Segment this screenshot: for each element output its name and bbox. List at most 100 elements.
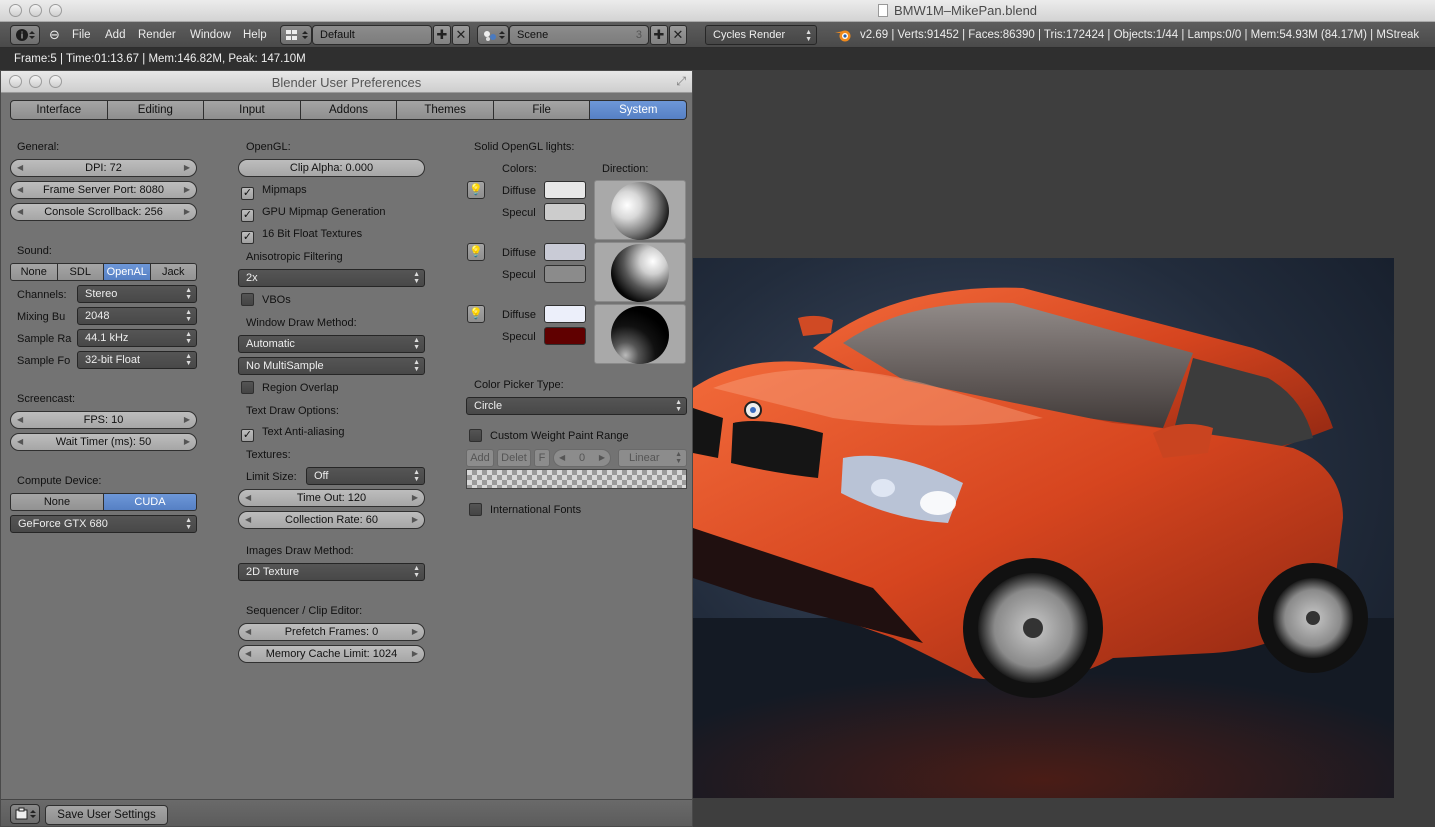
editor-type-button[interactable]: i bbox=[10, 25, 40, 45]
light-3-direction-widget[interactable] bbox=[594, 304, 686, 364]
menu-render[interactable]: Render bbox=[138, 26, 176, 44]
sample-format-value: 32-bit Float bbox=[85, 354, 141, 366]
compute-cuda-button[interactable]: CUDA bbox=[104, 493, 197, 511]
menu-file[interactable]: File bbox=[72, 26, 91, 44]
light-1-direction-widget[interactable] bbox=[594, 180, 686, 240]
light-1-toggle[interactable]: 💡 bbox=[467, 181, 485, 199]
custom-weight-range-label: Custom Weight Paint Range bbox=[490, 430, 629, 442]
gpu-mipmap-label: GPU Mipmap Generation bbox=[262, 206, 386, 218]
menu-add[interactable]: Add bbox=[105, 26, 125, 44]
solid-lights-label: Solid OpenGL lights: bbox=[474, 141, 575, 153]
render-engine-dropdown[interactable]: Cycles Render ▲ ▼ bbox=[705, 25, 817, 45]
light-2-diffuse-label: Diffuse bbox=[502, 247, 537, 259]
screen-layout-selector[interactable] bbox=[280, 25, 312, 45]
light-2-diffuse-swatch[interactable] bbox=[544, 243, 586, 261]
screencast-fps-field[interactable]: ◀ FPS: 10 ▶ bbox=[10, 411, 197, 429]
light-1-diffuse-swatch[interactable] bbox=[544, 181, 586, 199]
prefs-editor-type-button[interactable] bbox=[10, 804, 40, 824]
light-1-specular-swatch[interactable] bbox=[544, 203, 586, 221]
tab-addons[interactable]: Addons bbox=[300, 100, 398, 120]
weight-interpolation-dropdown[interactable]: Linear ▲ ▼ bbox=[618, 449, 687, 467]
updown-arrows-icon: ▲ ▼ bbox=[675, 451, 682, 465]
image-editor-viewport[interactable] bbox=[693, 70, 1435, 827]
tab-file[interactable]: File bbox=[493, 100, 591, 120]
wait-timer-field[interactable]: ◀ Wait Timer (ms): 50 ▶ bbox=[10, 433, 197, 451]
resize-icon[interactable]: ⤢ bbox=[676, 74, 686, 89]
mipmaps-checkbox[interactable]: ✓ Mipmaps bbox=[241, 183, 307, 200]
tab-interface[interactable]: Interface bbox=[10, 100, 108, 120]
tab-themes[interactable]: Themes bbox=[397, 100, 494, 120]
international-fonts-checkbox[interactable]: International Fonts bbox=[469, 503, 581, 517]
window-draw-label: Window Draw Method: bbox=[246, 317, 357, 329]
sound-jack-button[interactable]: Jack bbox=[150, 263, 197, 281]
arrow-right-icon: ▶ bbox=[183, 437, 190, 446]
menu-window[interactable]: Window bbox=[190, 26, 231, 44]
sample-format-dropdown[interactable]: 32-bit Float ▲ ▼ bbox=[77, 351, 197, 369]
window-title: BMW1M–MikePan.blend bbox=[0, 3, 1435, 18]
console-scrollback-field[interactable]: ◀ Console Scrollback: 256 ▶ bbox=[10, 203, 197, 221]
tab-input[interactable]: Input bbox=[204, 100, 301, 120]
weight-f-button[interactable]: F bbox=[534, 449, 550, 467]
weight-index-field[interactable]: ◀ 0 ▶ bbox=[553, 449, 611, 467]
menu-help[interactable]: Help bbox=[243, 26, 267, 44]
dpi-field[interactable]: ◀ DPI: 72 ▶ bbox=[10, 159, 197, 177]
weight-delete-button[interactable]: Delet bbox=[497, 449, 531, 467]
save-user-settings-button[interactable]: Save User Settings bbox=[45, 805, 168, 825]
text-antialias-checkbox[interactable]: ✓ Text Anti-aliasing bbox=[241, 425, 345, 442]
anisotropic-dropdown[interactable]: 2x ▲ ▼ bbox=[238, 269, 425, 287]
screen-layout-field[interactable]: Default bbox=[312, 25, 432, 45]
float-textures-checkbox[interactable]: ✓ 16 Bit Float Textures bbox=[241, 227, 362, 244]
collection-rate-field[interactable]: ◀ Collection Rate: 60 ▶ bbox=[238, 511, 425, 529]
updown-arrows-icon: ▲ ▼ bbox=[413, 565, 420, 579]
tab-system[interactable]: System bbox=[590, 100, 688, 120]
arrow-right-icon: ▶ bbox=[598, 453, 605, 462]
remove-screen-button[interactable]: ✕ bbox=[452, 25, 470, 45]
gpu-mipmap-checkbox[interactable]: ✓ GPU Mipmap Generation bbox=[241, 205, 386, 222]
multisample-dropdown[interactable]: No MultiSample ▲ ▼ bbox=[238, 357, 425, 375]
channels-dropdown[interactable]: Stereo ▲ ▼ bbox=[77, 285, 197, 303]
compute-none-button[interactable]: None bbox=[10, 493, 104, 511]
texture-timeout-field[interactable]: ◀ Time Out: 120 ▶ bbox=[238, 489, 425, 507]
limit-size-dropdown[interactable]: Off ▲ ▼ bbox=[306, 467, 425, 485]
light-2-specular-swatch[interactable] bbox=[544, 265, 586, 283]
weight-add-button[interactable]: Add bbox=[466, 449, 494, 467]
scene-selector[interactable] bbox=[477, 25, 509, 45]
images-draw-dropdown[interactable]: 2D Texture ▲ ▼ bbox=[238, 563, 425, 581]
add-screen-button[interactable]: ✚ bbox=[433, 25, 451, 45]
frame-server-port-field[interactable]: ◀ Frame Server Port: 8080 ▶ bbox=[10, 181, 197, 199]
sound-openal-button[interactable]: OpenAL bbox=[104, 263, 151, 281]
region-overlap-checkbox[interactable]: Region Overlap bbox=[241, 381, 338, 395]
remove-scene-button[interactable]: ✕ bbox=[669, 25, 687, 45]
sound-none-button[interactable]: None bbox=[10, 263, 58, 281]
collapse-menu-icon[interactable]: ⊖ bbox=[49, 26, 60, 44]
mixing-buffer-dropdown[interactable]: 2048 ▲ ▼ bbox=[77, 307, 197, 325]
gpu-device-dropdown[interactable]: GeForce GTX 680 ▲ ▼ bbox=[10, 515, 197, 533]
general-label: General: bbox=[17, 141, 60, 153]
scene-name-field[interactable]: Scene 3 bbox=[509, 25, 649, 45]
tab-editing[interactable]: Editing bbox=[107, 100, 205, 120]
scene-icon bbox=[484, 31, 505, 41]
sample-rate-dropdown[interactable]: 44.1 kHz ▲ ▼ bbox=[77, 329, 197, 347]
custom-weight-range-checkbox[interactable]: Custom Weight Paint Range bbox=[469, 429, 629, 443]
vbos-checkbox[interactable]: VBOs bbox=[241, 293, 291, 307]
console-scrollback-value: Console Scrollback: 256 bbox=[44, 206, 163, 218]
add-scene-button[interactable]: ✚ bbox=[650, 25, 668, 45]
light-3-specular-swatch[interactable] bbox=[544, 327, 586, 345]
weight-color-ramp[interactable] bbox=[466, 469, 687, 489]
light-3-diffuse-swatch[interactable] bbox=[544, 305, 586, 323]
updown-arrows-icon: ▲ ▼ bbox=[413, 337, 420, 351]
light-2-toggle[interactable]: 💡 bbox=[467, 243, 485, 261]
clip-alpha-slider[interactable]: Clip Alpha: 0.000 bbox=[238, 159, 425, 177]
light-3-toggle[interactable]: 💡 bbox=[467, 305, 485, 323]
memory-cache-field[interactable]: ◀ Memory Cache Limit: 1024 ▶ bbox=[238, 645, 425, 663]
prefetch-frames-field[interactable]: ◀ Prefetch Frames: 0 ▶ bbox=[238, 623, 425, 641]
text-draw-label: Text Draw Options: bbox=[246, 405, 339, 417]
unchecked-box-icon bbox=[469, 503, 482, 516]
sound-sdl-button[interactable]: SDL bbox=[57, 263, 104, 281]
arrow-left-icon: ◀ bbox=[245, 493, 252, 502]
light-2-direction-widget[interactable] bbox=[594, 242, 686, 302]
window-draw-dropdown[interactable]: Automatic ▲ ▼ bbox=[238, 335, 425, 353]
light-1-specular-label: Specul bbox=[502, 207, 536, 219]
color-picker-type-dropdown[interactable]: Circle ▲ ▼ bbox=[466, 397, 687, 415]
scene-name: Scene bbox=[517, 29, 549, 41]
